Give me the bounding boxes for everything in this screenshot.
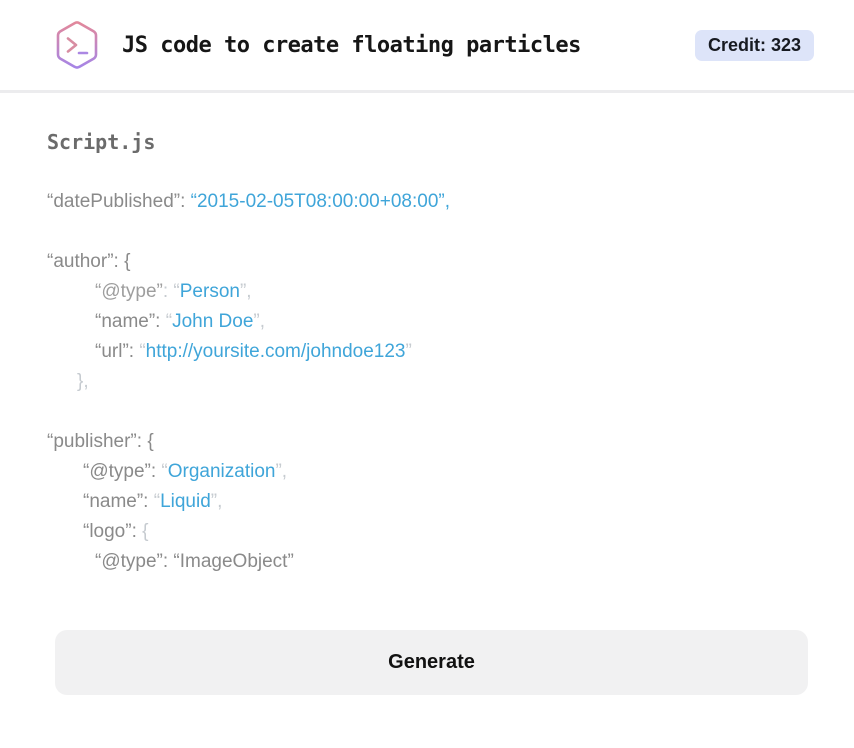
code-token: : — [162, 281, 174, 302]
code-token: ”, — [253, 311, 266, 332]
code-token: “@type”: — [83, 461, 162, 482]
code-token: ” — [405, 341, 412, 362]
code-token: ”, — [239, 281, 252, 302]
code-token: }, — [77, 371, 89, 392]
code-token: “name”: — [83, 491, 154, 512]
app-header: JS code to create floating particles Cre… — [0, 0, 854, 93]
code-token: { — [142, 521, 149, 542]
code-line: “url”: “http://yoursite.com/johndoe123” — [47, 337, 854, 367]
code-line: “@type”: “Person”, — [47, 277, 854, 307]
button-row: Generate — [55, 630, 808, 695]
code-token: “datePublished”: — [47, 191, 191, 212]
code-block: “datePublished”: “2015-02-05T08:00:00+08… — [0, 187, 854, 577]
main-content: Script.js “datePublished”: “2015-02-05T0… — [0, 93, 854, 695]
code-line: “name”: “John Doe”, — [47, 307, 854, 337]
script-filename: Script.js — [47, 130, 156, 154]
code-token: “url”: — [95, 341, 140, 362]
code-token: “name”: — [95, 311, 166, 332]
code-token: “logo”: — [83, 521, 143, 542]
code-line: “logo”: { — [47, 517, 854, 547]
code-token: “publisher”: { — [47, 431, 154, 452]
code-token: “2015-02-05T08:00:00+08:00”, — [190, 191, 450, 212]
code-token: John Doe — [172, 311, 254, 332]
code-line: “datePublished”: “2015-02-05T08:00:00+08… — [47, 187, 854, 217]
code-token: Organization — [167, 461, 276, 482]
code-line: “name”: “Liquid”, — [47, 487, 854, 517]
code-token: “@type”: “ImageObject” — [95, 551, 294, 572]
code-token: Person — [179, 281, 240, 302]
code-token: http://yoursite.com/johndoe123 — [145, 341, 406, 362]
code-token: ”, — [210, 491, 223, 512]
code-line: “publisher”: { — [47, 427, 854, 457]
page-title: JS code to create floating particles — [122, 32, 581, 58]
code-token: “author”: { — [47, 251, 131, 272]
generate-button[interactable]: Generate — [55, 630, 808, 695]
code-token: Liquid — [160, 491, 211, 512]
terminal-hexagon-icon — [56, 21, 98, 69]
code-line: }, — [47, 367, 854, 397]
code-token: ”, — [275, 461, 288, 482]
credit-badge: Credit: 323 — [694, 29, 814, 61]
code-token: “@type” — [95, 281, 163, 302]
code-line: “@type”: “Organization”, — [47, 457, 854, 487]
code-line: “author”: { — [47, 247, 854, 277]
code-line: “@type”: “ImageObject” — [47, 547, 854, 577]
